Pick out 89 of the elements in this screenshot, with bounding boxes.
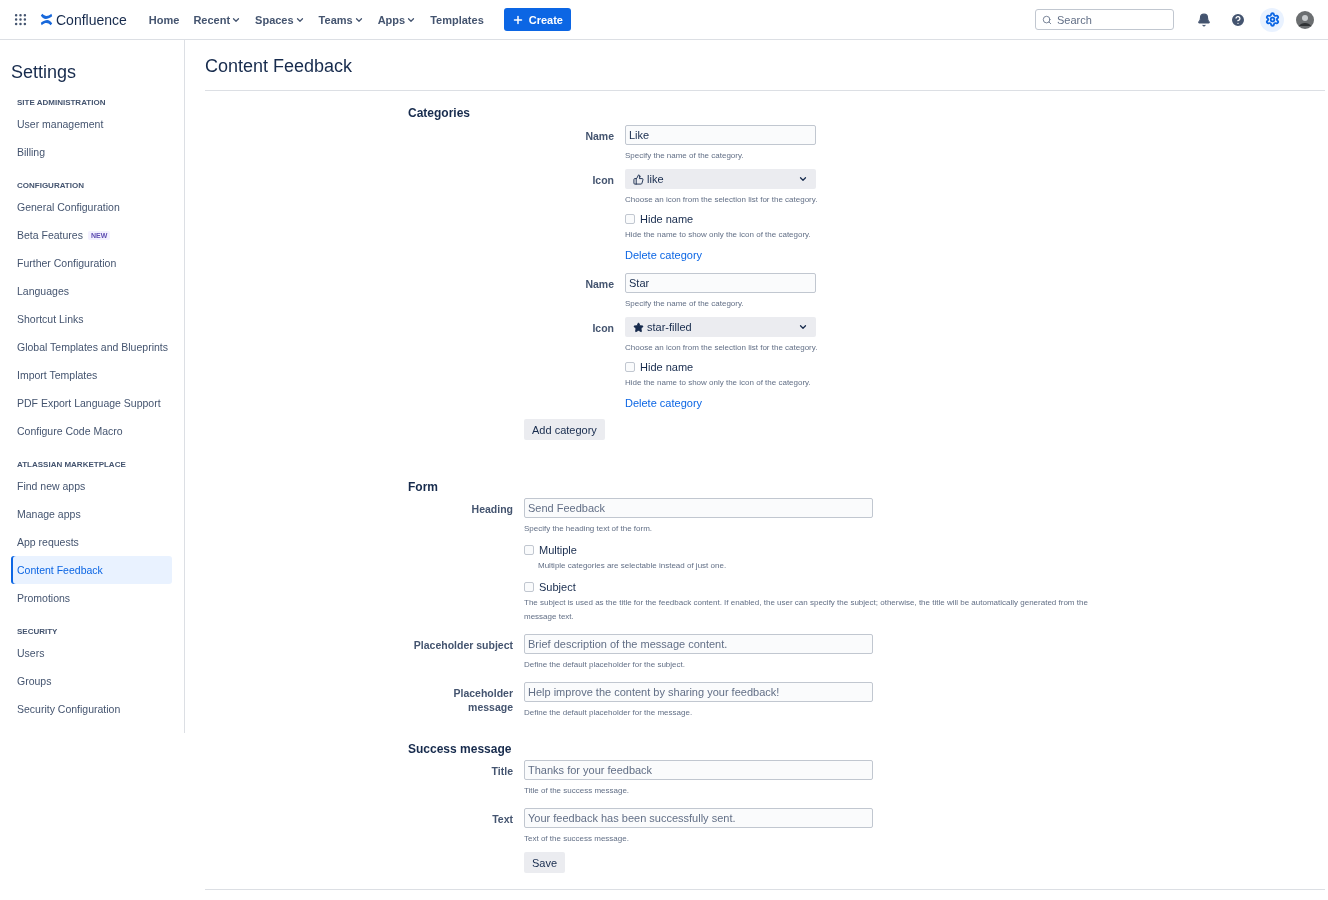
field-hint: Define the default placeholder for the subject. xyxy=(524,659,686,671)
search-field[interactable]: Search xyxy=(1035,9,1174,30)
page-title: Content Feedback xyxy=(205,40,1325,91)
input-field[interactable]: Star xyxy=(625,273,816,293)
search-icon xyxy=(1042,14,1052,25)
section-heading: Form xyxy=(408,480,439,494)
input-field[interactable]: Thanks for your feedback xyxy=(524,760,873,780)
input-field[interactable]: Help improve the content by sharing your feedback! xyxy=(524,682,873,702)
product-name: Confluence xyxy=(56,11,127,28)
sidebar-item[interactable]: Find new apps xyxy=(11,472,172,500)
delete-category-link[interactable]: Delete category xyxy=(625,249,703,261)
section-heading: CONFIGURATION xyxy=(16,180,85,192)
sidebar-item[interactable]: Configure Code Macro xyxy=(11,417,172,445)
chevron-icon xyxy=(798,322,808,332)
nav-item[interactable]: Home xyxy=(144,9,184,30)
app-switcher-icon[interactable] xyxy=(13,12,28,27)
sidebar-item[interactable]: Shortcut Links xyxy=(11,305,172,333)
section-heading: SECURITY xyxy=(16,626,59,638)
field-hint: Hide the name to show only the icon of the category. xyxy=(625,377,812,389)
input-field[interactable]: Like xyxy=(625,125,816,145)
section-heading: SITE ADMINISTRATION xyxy=(16,97,107,109)
field-hint: Text of the success message. xyxy=(524,833,630,845)
field-label: Title xyxy=(490,764,513,779)
sidebar-item[interactable]: Global Templates and Blueprints xyxy=(11,333,172,361)
sidebar-item[interactable]: Further Configuration xyxy=(11,249,172,277)
settings-button[interactable] xyxy=(1260,7,1284,32)
field-hint: Choose an icon from the selection list for the category. xyxy=(625,194,819,206)
bell-icon xyxy=(1197,12,1211,27)
field-label: Name xyxy=(584,277,614,292)
field-label: Placeholder message xyxy=(452,686,513,715)
sidebar-item[interactable]: Promotions xyxy=(11,584,172,612)
section-heading: Categories xyxy=(408,106,472,120)
sidebar-item[interactable]: General Configuration xyxy=(11,193,172,221)
sidebar-item[interactable]: Content Feedback xyxy=(11,556,172,584)
field-hint: Choose an icon from the selection list for the category. xyxy=(625,342,819,354)
chevron-icon xyxy=(798,174,808,184)
save-button[interactable]: Save xyxy=(524,852,566,873)
field-label: Icon xyxy=(591,321,614,336)
input-field[interactable]: Your feedback has been successfully sent. xyxy=(524,808,873,828)
checkbox[interactable]: Multiple xyxy=(524,544,1325,556)
input-field[interactable]: Brief description of the message content. xyxy=(524,634,873,654)
checkbox[interactable]: Hide name xyxy=(625,361,1325,373)
settings-icon xyxy=(1264,12,1280,27)
nav-item[interactable]: Spaces xyxy=(251,9,309,30)
sidebar-item[interactable]: Manage apps xyxy=(11,500,172,528)
field-label: Placeholder subject xyxy=(412,638,513,653)
delete-category-link[interactable]: Delete category xyxy=(625,397,703,409)
star-icon xyxy=(633,321,644,333)
icon-select[interactable]: star-filled xyxy=(625,317,816,337)
sidebar-item[interactable]: Billing xyxy=(11,138,172,166)
field-label: Heading xyxy=(470,502,513,517)
nav-item[interactable]: Recent xyxy=(189,9,246,30)
sidebar-item[interactable]: Users xyxy=(11,639,172,667)
input-field[interactable]: Send Feedback xyxy=(524,498,873,518)
icon-select[interactable]: like xyxy=(625,169,816,189)
field-hint: Specify the name of the category. xyxy=(625,150,745,162)
field-hint: Hide the name to show only the icon of the category. xyxy=(625,229,812,241)
checkbox[interactable]: Subject xyxy=(524,581,1325,593)
avatar[interactable] xyxy=(1296,10,1314,29)
sidebar-item[interactable]: Languages xyxy=(11,277,172,305)
field-hint: Title of the success message. xyxy=(524,785,631,797)
sidebar-title: Settings xyxy=(11,62,78,83)
field-hint: Define the default placeholder for the message. xyxy=(524,707,694,719)
help-icon xyxy=(1230,11,1246,28)
nav-item[interactable]: Templates xyxy=(426,9,488,30)
field-hint: Specify the heading text of the form. xyxy=(524,523,654,535)
section-heading: Success message xyxy=(408,742,513,756)
add-category-button[interactable]: Add category xyxy=(524,419,605,440)
nav-item[interactable]: Apps xyxy=(373,9,421,30)
nav-item[interactable]: Teams xyxy=(314,9,368,30)
field-hint: Specify the name of the category. xyxy=(625,298,745,310)
sidebar-item-label: Beta Features xyxy=(17,229,83,241)
field-hint: The subject is used as the title for the feedback content. If enabled, the user can specify the subject; otherwise, the title will be automatically generated from the message text. xyxy=(524,597,1089,623)
sidebar-item[interactable]: PDF Export Language Support xyxy=(11,389,172,417)
thumbs-up-icon xyxy=(633,173,644,185)
sidebar-item[interactable]: User management xyxy=(11,110,172,138)
section-heading: ATLASSIAN MARKETPLACE xyxy=(16,459,127,471)
sidebar-item[interactable]: Groups xyxy=(11,667,172,695)
sidebar-item[interactable]: Import Templates xyxy=(11,361,172,389)
field-hint: Multiple categories are selectable instead of just one. xyxy=(537,560,728,572)
sidebar-item[interactable]: App requests xyxy=(11,528,172,556)
field-label: Text xyxy=(491,812,513,827)
logo-icon xyxy=(40,13,53,26)
plus-icon xyxy=(511,13,524,26)
field-label: Icon xyxy=(591,173,614,188)
sidebar-item[interactable]: Security Configuration xyxy=(11,695,172,723)
field-label: Name xyxy=(584,129,614,144)
checkbox[interactable]: Hide name xyxy=(625,213,1325,225)
create-button[interactable]: Create xyxy=(503,8,571,31)
